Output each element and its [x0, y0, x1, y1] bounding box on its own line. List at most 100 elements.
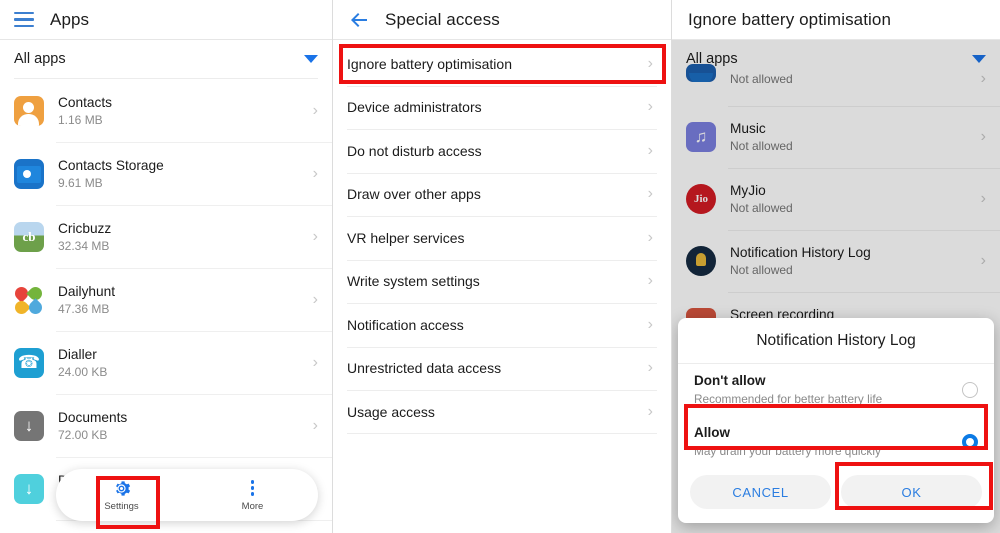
- panel-ignore-battery-optimisation: Ignore battery optimisation All apps Not…: [672, 0, 1000, 533]
- dialog-option-allow[interactable]: Allow May drain your battery more quickl…: [678, 416, 994, 468]
- cricbuzz-icon: [14, 221, 44, 252]
- app-status: Not allowed: [730, 201, 793, 215]
- item-label: Device administrators: [347, 99, 482, 116]
- app-status: Not allowed: [730, 139, 793, 153]
- myjio-icon: [686, 184, 716, 214]
- special-access-list: Ignore battery optimisation › Device adm…: [333, 40, 671, 434]
- dailyhunt-icon: [14, 284, 44, 315]
- list-item[interactable]: Notification History Log Not allowed ›: [672, 230, 1000, 292]
- list-item[interactable]: Dialler 24.00 KB ›: [0, 331, 332, 394]
- app-name: Music: [730, 121, 766, 136]
- list-item[interactable]: Cricbuzz 32.34 MB ›: [0, 205, 332, 268]
- settings-toolbar-label: Settings: [104, 500, 139, 512]
- special-access-item-do-not-disturb-access[interactable]: Do not disturb access ›: [347, 129, 657, 173]
- contacts-icon: [14, 95, 44, 126]
- radio-button-allow[interactable]: [962, 433, 978, 450]
- all-apps-filter[interactable]: All apps: [0, 40, 332, 78]
- item-label: Write system settings: [347, 273, 480, 290]
- list-item[interactable]: MyJio Not allowed ›: [672, 168, 1000, 230]
- chevron-right-icon: ›: [647, 272, 653, 290]
- hamburger-menu-icon[interactable]: [14, 12, 34, 27]
- page-title: Apps: [50, 9, 90, 29]
- app-name: Notification History Log: [730, 245, 871, 260]
- special-access-item-unrestricted-data-access[interactable]: Unrestricted data access ›: [347, 346, 657, 391]
- chevron-right-icon: ›: [647, 54, 653, 72]
- documents-icon: [14, 410, 44, 441]
- app-name: Dialler: [58, 346, 97, 362]
- app-size: 1.16 MB: [58, 112, 103, 127]
- panel-special-access: Special access Ignore battery optimisati…: [333, 0, 672, 533]
- item-label: VR helper services: [347, 229, 465, 246]
- app-name: Contacts: [58, 94, 113, 110]
- battery-app-list: Not allowed › Music Not allowed › MyJio …: [672, 64, 1000, 354]
- chevron-right-icon: ›: [647, 228, 653, 246]
- chevron-right-icon: ›: [312, 290, 318, 308]
- all-apps-filter-label: All apps: [14, 51, 66, 67]
- item-label: Draw over other apps: [347, 186, 481, 203]
- dialog-option-dont-allow[interactable]: Don't allow Recommended for better batte…: [678, 364, 994, 416]
- app-size: 47.36 MB: [58, 301, 110, 316]
- app-name: Dailyhunt: [58, 283, 116, 299]
- special-access-item-draw-over-other-apps[interactable]: Draw over other apps ›: [347, 172, 657, 217]
- chevron-right-icon: ›: [312, 227, 318, 245]
- settings-toolbar-button[interactable]: Settings: [56, 479, 187, 512]
- cancel-button[interactable]: CANCEL: [690, 475, 831, 509]
- notification-history-log-dialog: Notification History Log Don't allow Rec…: [678, 318, 994, 523]
- notification-bell-icon: [686, 246, 716, 276]
- special-access-item-write-system-settings[interactable]: Write system settings ›: [347, 259, 657, 304]
- special-access-item-vr-helper-services[interactable]: VR helper services ›: [347, 216, 657, 260]
- list-item[interactable]: Contacts Storage 9.61 MB ›: [0, 142, 332, 205]
- list-item[interactable]: Download 0 B ›: [0, 520, 332, 533]
- item-label: Notification access: [347, 316, 464, 333]
- app-list: Contacts 1.16 MB › Contacts Storage 9.61…: [0, 79, 332, 533]
- more-toolbar-label: More: [241, 500, 264, 512]
- chevron-right-icon: ›: [647, 98, 653, 116]
- ok-button[interactable]: OK: [841, 475, 982, 509]
- chevron-down-icon[interactable]: [972, 55, 986, 63]
- app-size: 24.00 KB: [58, 364, 108, 379]
- dialler-icon: [14, 347, 44, 378]
- chevron-down-icon[interactable]: [304, 55, 318, 63]
- gear-icon: [116, 480, 131, 496]
- item-label: Usage access: [347, 403, 435, 420]
- screenshot-root: Apps All apps Contacts 1.16 MB › Contact…: [0, 0, 1000, 533]
- app-name: Contacts Storage: [58, 157, 164, 173]
- contacts-storage-icon: [14, 158, 44, 189]
- option-subtitle: May drain your battery more quickly: [694, 444, 881, 458]
- chevron-right-icon: ›: [312, 353, 318, 371]
- radio-button-dont-allow[interactable]: [962, 381, 978, 398]
- app-size: 72.00 KB: [58, 427, 108, 442]
- list-item[interactable]: Documents 72.00 KB ›: [0, 394, 332, 457]
- back-arrow-icon[interactable]: [347, 8, 371, 32]
- music-icon: [686, 122, 716, 152]
- special-access-item-ignore-battery-optimisation[interactable]: Ignore battery optimisation ›: [347, 42, 657, 86]
- list-item[interactable]: Music Not allowed ›: [672, 106, 1000, 168]
- app-name: Documents: [58, 409, 128, 425]
- special-access-item-usage-access[interactable]: Usage access ›: [347, 390, 657, 434]
- page-title: Special access: [385, 9, 500, 29]
- chevron-right-icon: ›: [312, 101, 318, 119]
- list-item[interactable]: Dailyhunt 47.36 MB ›: [0, 268, 332, 331]
- blue-app-icon: [686, 64, 716, 82]
- option-title: Don't allow: [694, 373, 766, 388]
- ignore-battery-appbar: Ignore battery optimisation: [672, 0, 1000, 40]
- special-access-item-notification-access[interactable]: Notification access ›: [347, 303, 657, 347]
- chevron-right-icon: ›: [980, 190, 986, 207]
- chevron-right-icon: ›: [980, 70, 986, 87]
- apps-appbar: Apps: [0, 0, 332, 40]
- chevron-right-icon: ›: [312, 416, 318, 434]
- list-item[interactable]: Not allowed ›: [672, 64, 1000, 106]
- app-size: 9.61 MB: [58, 175, 103, 190]
- chevron-right-icon: ›: [647, 402, 653, 420]
- app-name: MyJio: [730, 183, 766, 198]
- list-item[interactable]: Contacts 1.16 MB ›: [0, 79, 332, 142]
- app-name: Cricbuzz: [58, 220, 112, 236]
- download-manager-icon: [14, 473, 44, 504]
- dialog-actions: CANCEL OK: [678, 468, 994, 523]
- chevron-right-icon: ›: [647, 315, 653, 333]
- special-access-item-device-administrators[interactable]: Device administrators ›: [347, 85, 657, 130]
- chevron-right-icon: ›: [312, 164, 318, 182]
- chevron-right-icon: ›: [980, 252, 986, 269]
- more-toolbar-button[interactable]: More: [187, 479, 318, 512]
- panel-apps: Apps All apps Contacts 1.16 MB › Contact…: [0, 0, 333, 533]
